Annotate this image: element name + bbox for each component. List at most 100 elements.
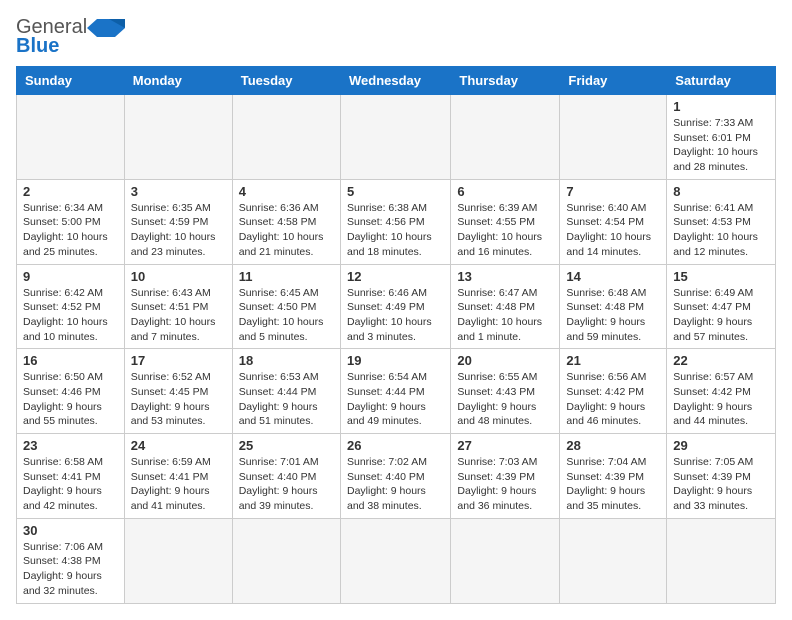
day-info: Sunrise: 7:03 AM Sunset: 4:39 PM Dayligh… <box>457 455 553 514</box>
calendar-cell: 14Sunrise: 6:48 AM Sunset: 4:48 PM Dayli… <box>560 264 667 349</box>
day-number: 12 <box>347 269 444 284</box>
day-info: Sunrise: 6:45 AM Sunset: 4:50 PM Dayligh… <box>239 286 334 345</box>
day-info: Sunrise: 6:43 AM Sunset: 4:51 PM Dayligh… <box>131 286 226 345</box>
calendar-cell: 6 Sunrise: 6:39 AM Sunset: 4:55 PM Daylig… <box>451 179 560 264</box>
day-info: Sunrise: 7:02 AM Sunset: 4:40 PM Dayligh… <box>347 455 444 514</box>
calendar-cell: 26 Sunrise: 7:02 AM Sunset: 4:40 PM Dayli… <box>340 434 450 519</box>
day-number: 27 <box>457 438 553 453</box>
calendar-cell <box>340 518 450 603</box>
calendar-cell: 5 Sunrise: 6:38 AM Sunset: 4:56 PM Daylig… <box>340 179 450 264</box>
day-info: Sunrise: 6:35 AM Sunset: 4:59 PM Dayligh… <box>131 201 226 260</box>
day-number: 19 <box>347 353 444 368</box>
day-number: 15 <box>673 269 769 284</box>
day-info: Sunrise: 6:49 AM Sunset: 4:47 PM Dayligh… <box>673 286 769 345</box>
day-number: 9 <box>23 269 118 284</box>
day-info: Sunrise: 6:55 AM Sunset: 4:43 PM Dayligh… <box>457 370 553 429</box>
calendar-cell <box>124 95 232 180</box>
calendar-week-row: 9 Sunrise: 6:42 AM Sunset: 4:52 PM Daylig… <box>17 264 776 349</box>
day-number: 11 <box>239 269 334 284</box>
day-number: 7 <box>566 184 660 199</box>
calendar-cell <box>667 518 776 603</box>
day-info: Sunrise: 6:57 AM Sunset: 4:42 PM Dayligh… <box>673 370 769 429</box>
calendar-cell <box>451 518 560 603</box>
calendar-week-row: 16 Sunrise: 6:50 AM Sunset: 4:46 PM Dayli… <box>17 349 776 434</box>
day-info: Sunrise: 6:58 AM Sunset: 4:41 PM Dayligh… <box>23 455 118 514</box>
calendar-cell <box>124 518 232 603</box>
calendar-cell: 29Sunrise: 7:05 AM Sunset: 4:39 PM Dayli… <box>667 434 776 519</box>
day-info: Sunrise: 6:36 AM Sunset: 4:58 PM Dayligh… <box>239 201 334 260</box>
calendar-cell: 17Sunrise: 6:52 AM Sunset: 4:45 PM Dayli… <box>124 349 232 434</box>
day-info: Sunrise: 6:52 AM Sunset: 4:45 PM Dayligh… <box>131 370 226 429</box>
calendar-cell <box>232 518 340 603</box>
day-number: 28 <box>566 438 660 453</box>
calendar-cell: 11 Sunrise: 6:45 AM Sunset: 4:50 PM Dayli… <box>232 264 340 349</box>
day-info: Sunrise: 6:46 AM Sunset: 4:49 PM Dayligh… <box>347 286 444 345</box>
calendar-cell: 19 Sunrise: 6:54 AM Sunset: 4:44 PM Dayli… <box>340 349 450 434</box>
logo: General Blue <box>16 16 125 58</box>
day-info: Sunrise: 7:06 AM Sunset: 4:38 PM Dayligh… <box>23 540 118 599</box>
calendar-cell <box>560 518 667 603</box>
calendar-cell: 28 Sunrise: 7:04 AM Sunset: 4:39 PM Dayli… <box>560 434 667 519</box>
calendar-cell: 20 Sunrise: 6:55 AM Sunset: 4:43 PM Dayli… <box>451 349 560 434</box>
calendar-cell: 30 Sunrise: 7:06 AM Sunset: 4:38 PM Dayli… <box>17 518 125 603</box>
day-info: Sunrise: 7:04 AM Sunset: 4:39 PM Dayligh… <box>566 455 660 514</box>
calendar-cell: 15 Sunrise: 6:49 AM Sunset: 4:47 PM Dayli… <box>667 264 776 349</box>
day-info: Sunrise: 6:38 AM Sunset: 4:56 PM Dayligh… <box>347 201 444 260</box>
logo-icon <box>87 17 125 39</box>
calendar-cell: 25 Sunrise: 7:01 AM Sunset: 4:40 PM Dayli… <box>232 434 340 519</box>
calendar-cell: 9 Sunrise: 6:42 AM Sunset: 4:52 PM Daylig… <box>17 264 125 349</box>
day-number: 14 <box>566 269 660 284</box>
calendar-cell: 4Sunrise: 6:36 AM Sunset: 4:58 PM Daylig… <box>232 179 340 264</box>
calendar-cell: 18Sunrise: 6:53 AM Sunset: 4:44 PM Dayli… <box>232 349 340 434</box>
day-info: Sunrise: 6:53 AM Sunset: 4:44 PM Dayligh… <box>239 370 334 429</box>
day-info: Sunrise: 6:39 AM Sunset: 4:55 PM Dayligh… <box>457 201 553 260</box>
day-number: 26 <box>347 438 444 453</box>
calendar-week-row: 1Sunrise: 7:33 AM Sunset: 6:01 PM Daylig… <box>17 95 776 180</box>
calendar-cell <box>340 95 450 180</box>
calendar-cell <box>232 95 340 180</box>
day-info: Sunrise: 6:59 AM Sunset: 4:41 PM Dayligh… <box>131 455 226 514</box>
day-number: 8 <box>673 184 769 199</box>
calendar-cell: 12 Sunrise: 6:46 AM Sunset: 4:49 PM Dayli… <box>340 264 450 349</box>
calendar-cell: 3 Sunrise: 6:35 AM Sunset: 4:59 PM Daylig… <box>124 179 232 264</box>
day-number: 6 <box>457 184 553 199</box>
logo-blue: Blue <box>16 35 59 58</box>
calendar-week-row: 30 Sunrise: 7:06 AM Sunset: 4:38 PM Dayli… <box>17 518 776 603</box>
calendar-cell <box>560 95 667 180</box>
day-info: Sunrise: 6:54 AM Sunset: 4:44 PM Dayligh… <box>347 370 444 429</box>
calendar-cell: 27 Sunrise: 7:03 AM Sunset: 4:39 PM Dayli… <box>451 434 560 519</box>
weekday-header: Saturday <box>667 67 776 95</box>
day-number: 20 <box>457 353 553 368</box>
day-number: 29 <box>673 438 769 453</box>
weekday-header: Thursday <box>451 67 560 95</box>
day-info: Sunrise: 6:56 AM Sunset: 4:42 PM Dayligh… <box>566 370 660 429</box>
calendar-header-row: SundayMondayTuesdayWednesdayThursdayFrid… <box>17 67 776 95</box>
day-info: Sunrise: 6:40 AM Sunset: 4:54 PM Dayligh… <box>566 201 660 260</box>
day-info: Sunrise: 6:41 AM Sunset: 4:53 PM Dayligh… <box>673 201 769 260</box>
page-header: General Blue <box>16 16 776 58</box>
day-number: 13 <box>457 269 553 284</box>
calendar-week-row: 2Sunrise: 6:34 AM Sunset: 5:00 PM Daylig… <box>17 179 776 264</box>
calendar-cell: 23 Sunrise: 6:58 AM Sunset: 4:41 PM Dayli… <box>17 434 125 519</box>
calendar-cell: 10Sunrise: 6:43 AM Sunset: 4:51 PM Dayli… <box>124 264 232 349</box>
calendar-cell: 7 Sunrise: 6:40 AM Sunset: 4:54 PM Daylig… <box>560 179 667 264</box>
day-number: 25 <box>239 438 334 453</box>
day-number: 24 <box>131 438 226 453</box>
day-number: 3 <box>131 184 226 199</box>
day-number: 23 <box>23 438 118 453</box>
calendar-cell: 24 Sunrise: 6:59 AM Sunset: 4:41 PM Dayli… <box>124 434 232 519</box>
day-info: Sunrise: 6:42 AM Sunset: 4:52 PM Dayligh… <box>23 286 118 345</box>
day-number: 30 <box>23 523 118 538</box>
calendar-cell: 22Sunrise: 6:57 AM Sunset: 4:42 PM Dayli… <box>667 349 776 434</box>
calendar-cell: 2Sunrise: 6:34 AM Sunset: 5:00 PM Daylig… <box>17 179 125 264</box>
day-info: Sunrise: 6:50 AM Sunset: 4:46 PM Dayligh… <box>23 370 118 429</box>
day-info: Sunrise: 7:01 AM Sunset: 4:40 PM Dayligh… <box>239 455 334 514</box>
day-info: Sunrise: 7:33 AM Sunset: 6:01 PM Dayligh… <box>673 116 769 175</box>
calendar-cell: 1Sunrise: 7:33 AM Sunset: 6:01 PM Daylig… <box>667 95 776 180</box>
calendar-cell: 16 Sunrise: 6:50 AM Sunset: 4:46 PM Dayli… <box>17 349 125 434</box>
day-number: 2 <box>23 184 118 199</box>
day-number: 5 <box>347 184 444 199</box>
day-number: 16 <box>23 353 118 368</box>
weekday-header: Tuesday <box>232 67 340 95</box>
day-number: 21 <box>566 353 660 368</box>
